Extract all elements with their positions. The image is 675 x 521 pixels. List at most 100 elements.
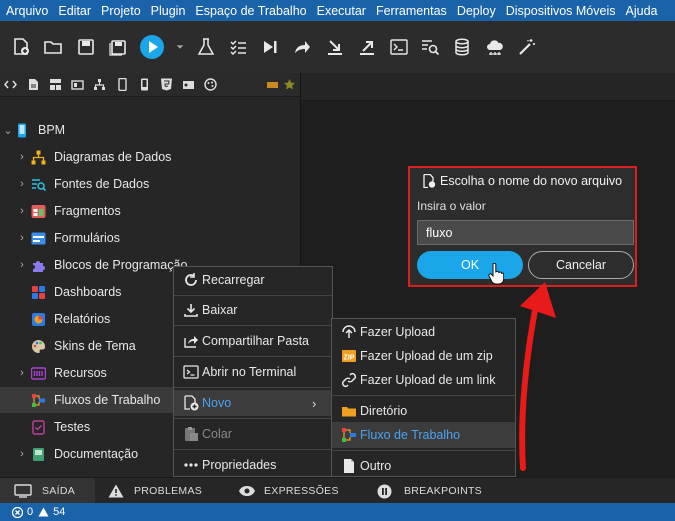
- menu-editar[interactable]: Editar: [53, 4, 96, 18]
- submenu-item-outro[interactable]: Outro: [332, 453, 515, 479]
- terminal-icon[interactable]: [389, 37, 409, 57]
- chevron-right-icon[interactable]: ›: [17, 232, 27, 244]
- tree-item-label: Dashboards: [54, 285, 122, 299]
- menu-executar[interactable]: Executar: [312, 4, 371, 18]
- database-icon[interactable]: [452, 37, 472, 57]
- download-icon: [184, 304, 198, 317]
- chevron-right-icon[interactable]: ›: [17, 259, 27, 271]
- cloud-icon[interactable]: [485, 37, 505, 57]
- tab-problemas[interactable]: PROBLEMAS: [95, 478, 225, 504]
- submenu-item-fluxo-de-trabalho[interactable]: Fluxo de Trabalho: [332, 422, 515, 448]
- submenu-item-diretorio[interactable]: Diretório: [332, 398, 515, 424]
- new-file-icon[interactable]: [11, 37, 31, 57]
- dashboards-icon: [32, 285, 45, 299]
- menu-item-recarregar[interactable]: Recarregar: [174, 267, 332, 293]
- save-icon[interactable]: [76, 37, 96, 57]
- chevron-right-icon[interactable]: ›: [17, 205, 27, 217]
- error-icon[interactable]: [12, 506, 23, 518]
- menu-plugin[interactable]: Plugin: [146, 4, 191, 18]
- fragments-icon: [31, 204, 46, 218]
- tree-root-bpm[interactable]: ⌄ BPM: [0, 117, 300, 143]
- menu-item-baixar[interactable]: Baixar: [174, 297, 332, 323]
- chevron-right-icon: ›: [312, 395, 317, 411]
- tree-item-fragmentos[interactable]: › Fragmentos: [0, 198, 300, 224]
- error-count: 0: [27, 506, 34, 518]
- tree-view-icon[interactable]: [93, 78, 106, 91]
- ok-button[interactable]: OK: [417, 251, 523, 279]
- folder-icon: [342, 407, 356, 417]
- html5-icon[interactable]: [160, 78, 173, 91]
- reload-icon: [185, 273, 197, 286]
- checklist-icon[interactable]: [228, 37, 248, 57]
- cancel-button[interactable]: Cancelar: [528, 251, 634, 279]
- chevron-right-icon[interactable]: ›: [17, 448, 27, 460]
- submenu-novo: Fazer Upload ZIP Fazer Upload de um zip …: [331, 318, 516, 477]
- component-view-icon[interactable]: [182, 78, 195, 91]
- new-icon: [184, 395, 199, 411]
- menu-espaco-de-trabalho[interactable]: Espaço de Trabalho: [190, 4, 311, 18]
- menu-ajuda[interactable]: Ajuda: [621, 4, 663, 18]
- filename-input[interactable]: [417, 220, 634, 245]
- device-view-icon[interactable]: [116, 78, 129, 91]
- tree-item-diagramas-de-dados[interactable]: › Diagramas de Dados: [0, 144, 300, 170]
- chevron-right-icon[interactable]: ›: [17, 367, 27, 379]
- menu-dispositivos-moveis[interactable]: Dispositivos Móveis: [501, 4, 621, 18]
- blocks-view-icon[interactable]: [71, 78, 84, 91]
- tree-item-label: Recursos: [54, 366, 107, 380]
- link-icon: [341, 372, 357, 388]
- layout-view-icon[interactable]: [49, 78, 62, 91]
- submenu-item-fazer-upload[interactable]: Fazer Upload: [332, 319, 515, 345]
- run-icon[interactable]: [140, 35, 164, 59]
- mobile-view-icon[interactable]: [138, 78, 151, 91]
- resources-icon: [31, 366, 46, 380]
- tree-item-label: Formulários: [54, 231, 120, 245]
- menu-separator: [174, 295, 332, 296]
- menu-item-novo[interactable]: Novo ›: [174, 390, 332, 416]
- menu-arquivo[interactable]: Arquivo: [0, 4, 53, 18]
- open-folder-icon[interactable]: [43, 37, 63, 57]
- tree-item-formularios[interactable]: › Formulários: [0, 225, 300, 251]
- zip-icon: ZIP: [342, 350, 356, 362]
- upload-icon[interactable]: [357, 37, 377, 57]
- new-file-icon: [423, 174, 436, 188]
- tree-item-label: Blocos de Programação: [54, 258, 188, 272]
- warning-icon[interactable]: [38, 507, 49, 517]
- run-dropdown-icon[interactable]: [174, 37, 186, 57]
- file-view-icon[interactable]: [27, 78, 40, 91]
- dialog-input-label: Insira o valor: [417, 199, 486, 213]
- menu-deploy[interactable]: Deploy: [452, 4, 501, 18]
- tree-item-label: Fontes de Dados: [54, 177, 150, 191]
- menu-separator: [174, 356, 332, 357]
- theme-view-icon[interactable]: [204, 78, 217, 91]
- magic-wand-icon[interactable]: [517, 37, 537, 57]
- step-icon[interactable]: [260, 37, 280, 57]
- code-view-icon[interactable]: [4, 78, 17, 91]
- menu-item-compartilhar-pasta[interactable]: Compartilhar Pasta: [174, 328, 332, 354]
- forms-icon: [31, 232, 46, 244]
- chevron-right-icon[interactable]: ›: [17, 178, 27, 190]
- folder-star-icon[interactable]: [266, 78, 279, 91]
- menu-ferramentas[interactable]: Ferramentas: [371, 4, 452, 18]
- menu-item-propriedades[interactable]: Propriedades: [174, 452, 332, 478]
- chevron-right-icon[interactable]: ›: [17, 151, 27, 163]
- submenu-item-fazer-upload-zip[interactable]: ZIP Fazer Upload de um zip: [332, 343, 515, 369]
- menu-projeto[interactable]: Projeto: [96, 4, 146, 18]
- tree-item-fontes-de-dados[interactable]: › Fontes de Dados: [0, 171, 300, 197]
- submenu-item-fazer-upload-link[interactable]: Fazer Upload de um link: [332, 367, 515, 393]
- favorite-icon[interactable]: [283, 78, 296, 91]
- bottom-panel-tabs: SAÍDA PROBLEMAS EXPRESSÕES BREAKPOINTS: [0, 477, 675, 504]
- new-file-dialog: Escolha o nome do novo arquivo Insira o …: [408, 166, 637, 287]
- menu-item-colar[interactable]: Colar: [174, 421, 332, 447]
- tab-breakpoints[interactable]: BREAKPOINTS: [365, 478, 505, 504]
- save-all-icon[interactable]: [108, 37, 128, 57]
- inspect-icon[interactable]: [420, 37, 440, 57]
- test-icon[interactable]: [196, 37, 216, 57]
- download-icon[interactable]: [325, 37, 345, 57]
- menu-item-abrir-no-terminal[interactable]: Abrir no Terminal: [174, 359, 332, 385]
- share-icon: [184, 336, 198, 348]
- chevron-down-icon[interactable]: ⌄: [3, 124, 13, 137]
- context-menu: Recarregar Baixar Compartilhar Pasta Abr…: [173, 266, 333, 477]
- share-icon[interactable]: [292, 37, 312, 57]
- tab-expressoes[interactable]: EXPRESSÕES: [225, 478, 365, 504]
- tab-saida[interactable]: SAÍDA: [0, 478, 95, 504]
